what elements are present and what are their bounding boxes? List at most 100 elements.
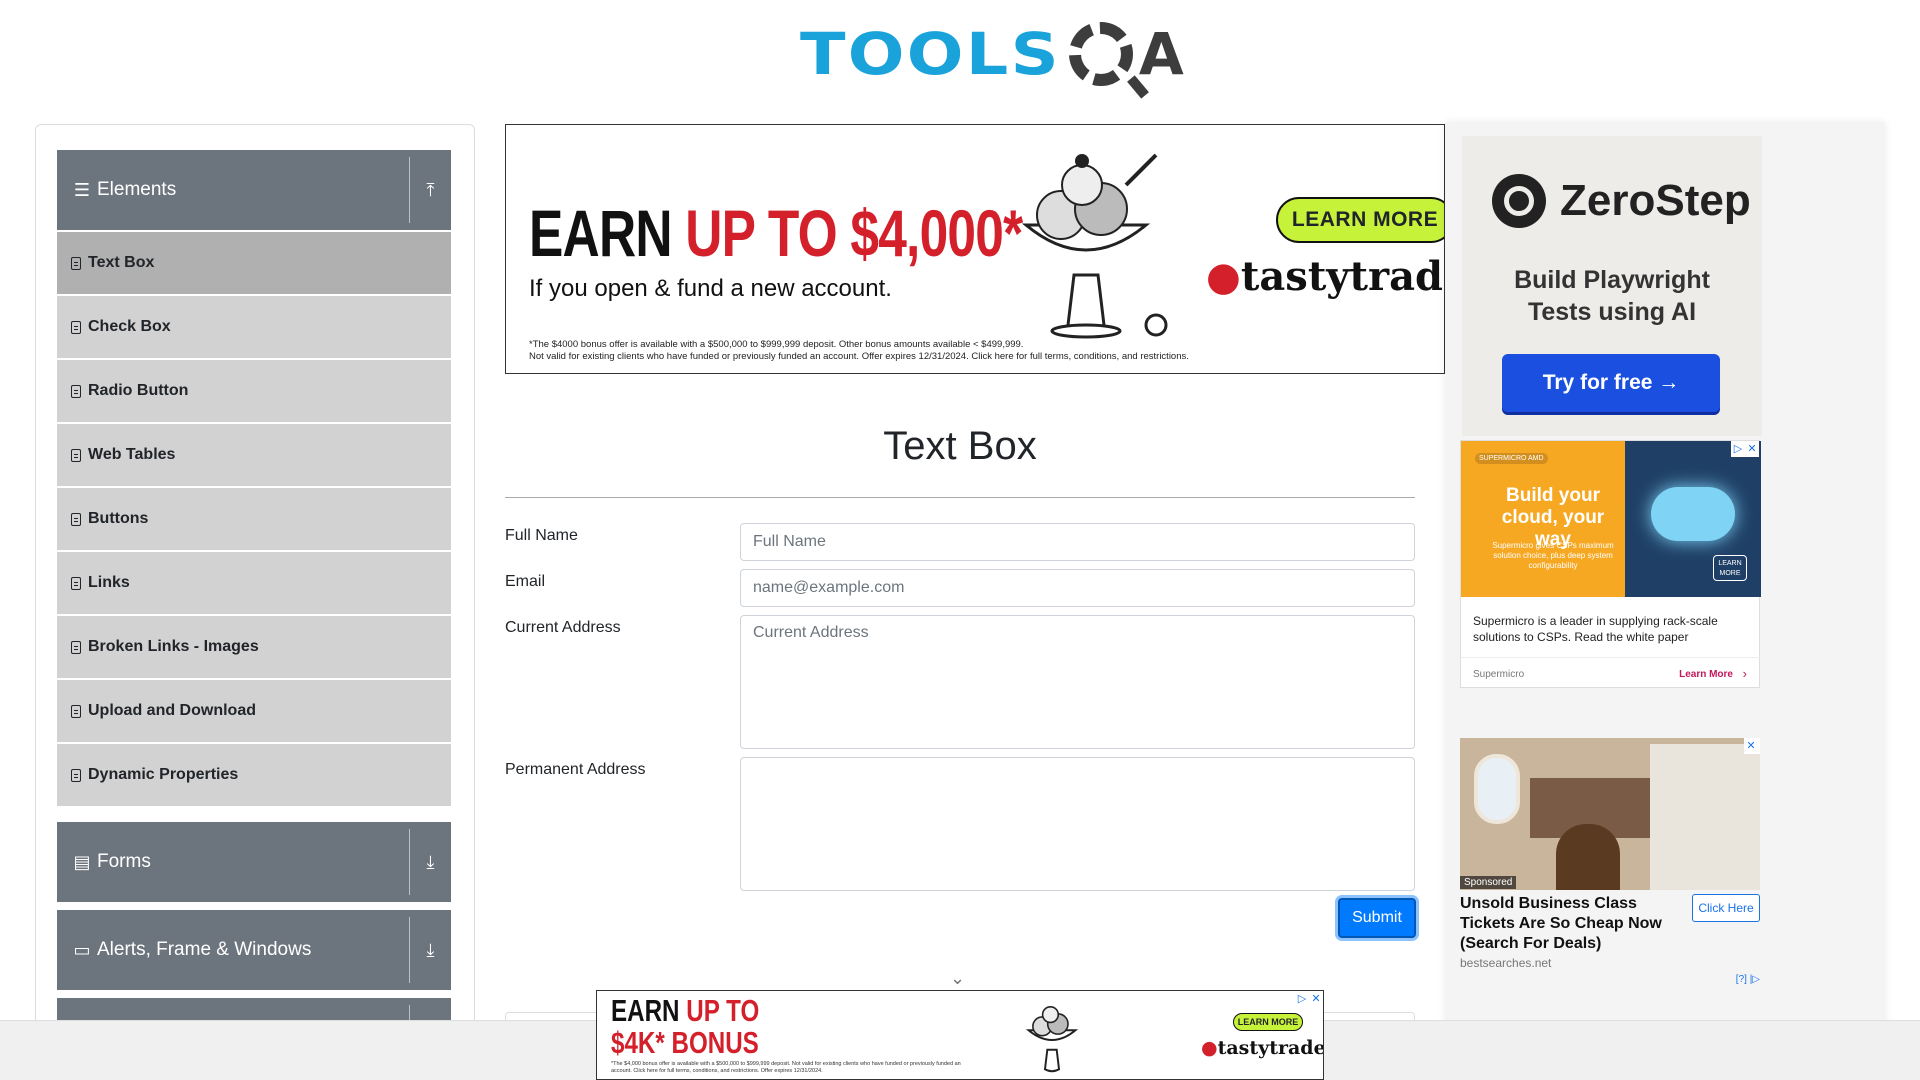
try-for-free-button[interactable]: Try for free →	[1502, 354, 1720, 412]
email-label: Email	[505, 573, 546, 590]
left-sidebar: ☰ Elements ⤒ Text Box Check Box Radio Bu…	[35, 124, 475, 1080]
ad-choices-icon[interactable]: ▷ ✕	[1731, 441, 1759, 457]
supermicro-ad-body: Supermicro is a leader in supplying rack…	[1473, 614, 1718, 644]
sidebar-item-label: Upload and Download	[88, 702, 256, 719]
sidebar-item-label: Radio Button	[88, 382, 189, 399]
banner-ad[interactable]: EARN UP TO $4,000* If you open & fund a …	[505, 124, 1445, 374]
group-header-elements[interactable]: ☰ Elements ⤒	[57, 150, 451, 230]
permanent-address-textarea[interactable]	[740, 757, 1415, 891]
title-divider	[505, 497, 1415, 498]
banner-brand: ●tastytrade	[1206, 253, 1444, 300]
group-title-alerts: ▭ Alerts, Frame & Windows	[57, 939, 409, 961]
business-class-ad-image	[1460, 738, 1760, 890]
sidebar-item-buttons[interactable]: Buttons	[57, 488, 451, 550]
close-icon[interactable]: ✕	[1745, 441, 1759, 457]
sidebar-item-check-box[interactable]: Check Box	[57, 296, 451, 358]
airplane-window	[1474, 754, 1520, 824]
banner-subline: If you open & fund a new account.	[529, 275, 892, 302]
cherry-icon: ●	[1201, 1037, 1218, 1059]
sidebar-item-broken-links[interactable]: Broken Links - Images	[57, 616, 451, 678]
logo-qa-text: A	[1138, 20, 1184, 88]
group-label-forms: Forms	[97, 851, 151, 872]
bottom-ad-line-red: UP TO	[686, 993, 760, 1028]
logo-qa-mark: A	[1068, 20, 1184, 88]
menu-bullet-icon	[71, 512, 81, 526]
cloud-graphic: LEARN MORE	[1625, 441, 1761, 597]
chevron-right-icon: ›	[1742, 666, 1747, 681]
full-name-input[interactable]	[740, 523, 1415, 561]
sidebar-item-links[interactable]: Links	[57, 552, 451, 614]
menu-bullet-icon	[71, 640, 81, 654]
supermicro-ad-image: SUPERMICRO AMD Build your cloud, your wa…	[1461, 441, 1761, 597]
banner-headline-red: UP TO $4,000*	[685, 196, 1023, 270]
supermicro-learn-badge: LEARN MORE	[1713, 555, 1747, 581]
click-here-button[interactable]: Click Here	[1692, 894, 1760, 922]
sponsored-label: Sponsored	[1460, 876, 1517, 889]
email-input[interactable]	[740, 569, 1415, 607]
menu-bullet-icon	[71, 768, 81, 782]
banner-learn-more-button[interactable]: LEARN MORE	[1276, 197, 1444, 243]
banner-headline: EARN UP TO $4,000*	[529, 195, 1023, 271]
menu-bullet-icon	[71, 256, 81, 270]
supermicro-ad[interactable]: SUPERMICRO AMD Build your cloud, your wa…	[1460, 440, 1761, 689]
current-address-textarea[interactable]	[740, 615, 1415, 749]
zerostep-logo: ZeroStep	[1492, 174, 1751, 228]
ad-info-icon[interactable]: ▷	[1731, 441, 1745, 457]
sidebar-item-label: Dynamic Properties	[88, 766, 239, 783]
business-class-ad[interactable]: ✕ Sponsored Unsold Business Class Ticket…	[1460, 738, 1760, 1000]
bottom-ad-fine-print: *The $4,000 bonus offer is available wit…	[611, 1061, 961, 1074]
supermicro-learn-more-link[interactable]: Learn More	[1679, 669, 1733, 680]
sidebar-item-label: Links	[88, 574, 130, 591]
sidebar-item-dynamic-properties[interactable]: Dynamic Properties	[57, 744, 451, 806]
toolsqa-logo[interactable]: TOOLS A	[800, 14, 1184, 94]
group-header-alerts[interactable]: ▭ Alerts, Frame & Windows ⤓	[57, 910, 451, 990]
group-title-forms: ▤ Forms	[57, 851, 409, 873]
group-label-alerts: Alerts, Frame & Windows	[97, 939, 312, 960]
banner-brand-text: tastytrade	[1240, 253, 1444, 300]
menu-bullet-icon	[71, 576, 81, 590]
bottom-ad-learn-more-button[interactable]: LEARN MORE	[1233, 1013, 1303, 1031]
close-icon[interactable]: ✕	[1744, 738, 1760, 754]
sundae-illustration	[1021, 153, 1168, 339]
business-class-headline[interactable]: Unsold Business Class Tickets Are So Che…	[1460, 894, 1686, 954]
ad-info-icon[interactable]: ▷	[1295, 991, 1309, 1007]
sidebar-item-web-tables[interactable]: Web Tables	[57, 424, 451, 486]
close-icon[interactable]: ✕	[1309, 991, 1323, 1007]
zerostep-ad[interactable]: ZeroStep Build Playwright Tests using AI…	[1462, 136, 1762, 436]
supermicro-ad-footer: Supermicro Learn More ›	[1461, 657, 1761, 689]
bottom-ad-line-black: EARN	[611, 993, 687, 1028]
airplane-seat	[1650, 744, 1760, 890]
supermicro-source: Supermicro	[1473, 669, 1525, 680]
window-icon: ▭	[73, 939, 91, 960]
bottom-ad-bonus: $4K* BONUS	[611, 1025, 759, 1060]
bottom-ad-brand: ●tastytrade	[1201, 1037, 1323, 1059]
group-title-elements: ☰ Elements	[57, 179, 409, 201]
bottom-banner-ad[interactable]: EARN UP TO $4K* BONUS *The $4,000 bonus …	[596, 990, 1324, 1080]
supermicro-amd-logos: SUPERMICRO AMD	[1475, 453, 1548, 464]
ad-info-text: [?]	[1735, 974, 1747, 985]
zerostep-tagline: Build Playwright Tests using AI	[1462, 264, 1762, 328]
zerostep-tagline-line: Tests using AI	[1527, 298, 1697, 326]
sidebar-item-text-box[interactable]: Text Box	[57, 232, 451, 294]
ad-choices-icon[interactable]: ▷ ✕	[1295, 991, 1323, 1007]
menu-bullet-icon	[71, 320, 81, 334]
sidebar-item-label: Web Tables	[88, 446, 176, 463]
page-title: Text Box	[883, 424, 1037, 468]
group-header-forms[interactable]: ▤ Forms ⤓	[57, 822, 451, 902]
sidebar-item-label: Buttons	[88, 510, 149, 527]
sidebar-item-label: Broken Links - Images	[88, 638, 259, 655]
logo-tools-text: TOOLS	[800, 20, 1061, 88]
submit-button[interactable]: Submit	[1338, 898, 1416, 938]
permanent-address-label: Permanent Address	[505, 761, 646, 778]
collapse-up-icon[interactable]: ⤒	[409, 157, 451, 223]
gear-icon	[1068, 22, 1133, 86]
expand-down-icon[interactable]: ⤓	[409, 829, 451, 895]
expand-down-icon[interactable]: ⤓	[409, 917, 451, 983]
sidebar-item-label: Check Box	[88, 318, 171, 335]
sidebar-item-upload-download[interactable]: Upload and Download	[57, 680, 451, 742]
sidebar-item-radio-button[interactable]: Radio Button	[57, 360, 451, 422]
ad-info-icon[interactable]: [?] |▷	[1736, 974, 1760, 985]
page: TOOLS A ☰ Elements ⤒ Text Box Check Box …	[0, 0, 1920, 1080]
supermicro-ad-small-text: Supermicro gives CSPs maximum solution c…	[1492, 541, 1614, 570]
chevron-down-icon[interactable]: ⌄	[950, 968, 965, 989]
